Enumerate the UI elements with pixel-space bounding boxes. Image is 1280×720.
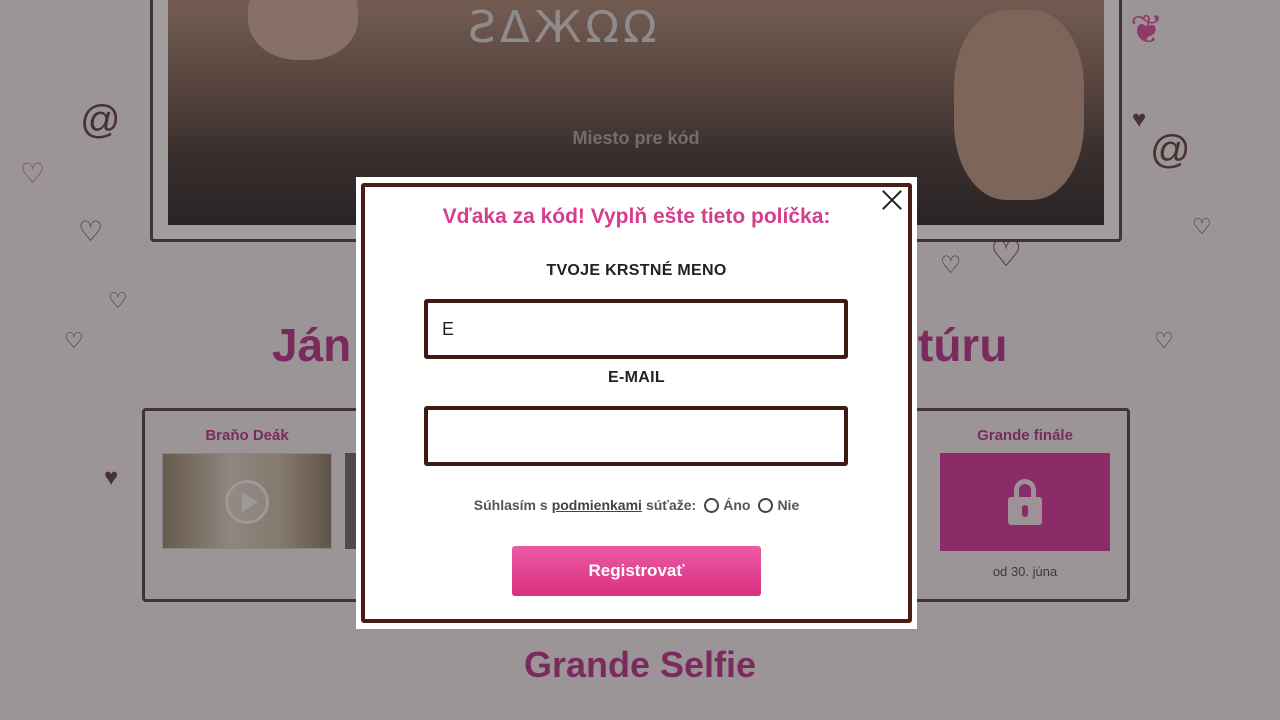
first-name-field[interactable]: [428, 303, 844, 355]
consent-suffix: súťaže:: [645, 497, 697, 513]
email-field-frame: [424, 406, 848, 466]
consent-row: Súhlasím s podmienkami súťaže: Áno Nie: [356, 497, 917, 513]
register-button[interactable]: Registrovať: [512, 546, 761, 596]
consent-yes-radio[interactable]: [704, 497, 720, 513]
consent-no-radio[interactable]: [758, 497, 774, 513]
registration-modal: Vďaka za kód! Vyplň ešte tieto políčka: …: [356, 177, 917, 629]
email-label: E-MAIL: [608, 369, 665, 386]
consent-prefix: Súhlasím s: [473, 497, 548, 513]
modal-title: Vďaka za kód! Vyplň ešte tieto políčka:: [442, 205, 831, 228]
first-name-label: TVOJE KRSTNÉ MENO: [546, 262, 727, 279]
consent-yes-label[interactable]: Áno: [723, 497, 750, 513]
email-field[interactable]: [428, 410, 844, 462]
first-name-field-frame: [424, 299, 848, 359]
consent-no-label[interactable]: Nie: [777, 497, 799, 513]
terms-link[interactable]: podmienkami: [552, 497, 642, 513]
